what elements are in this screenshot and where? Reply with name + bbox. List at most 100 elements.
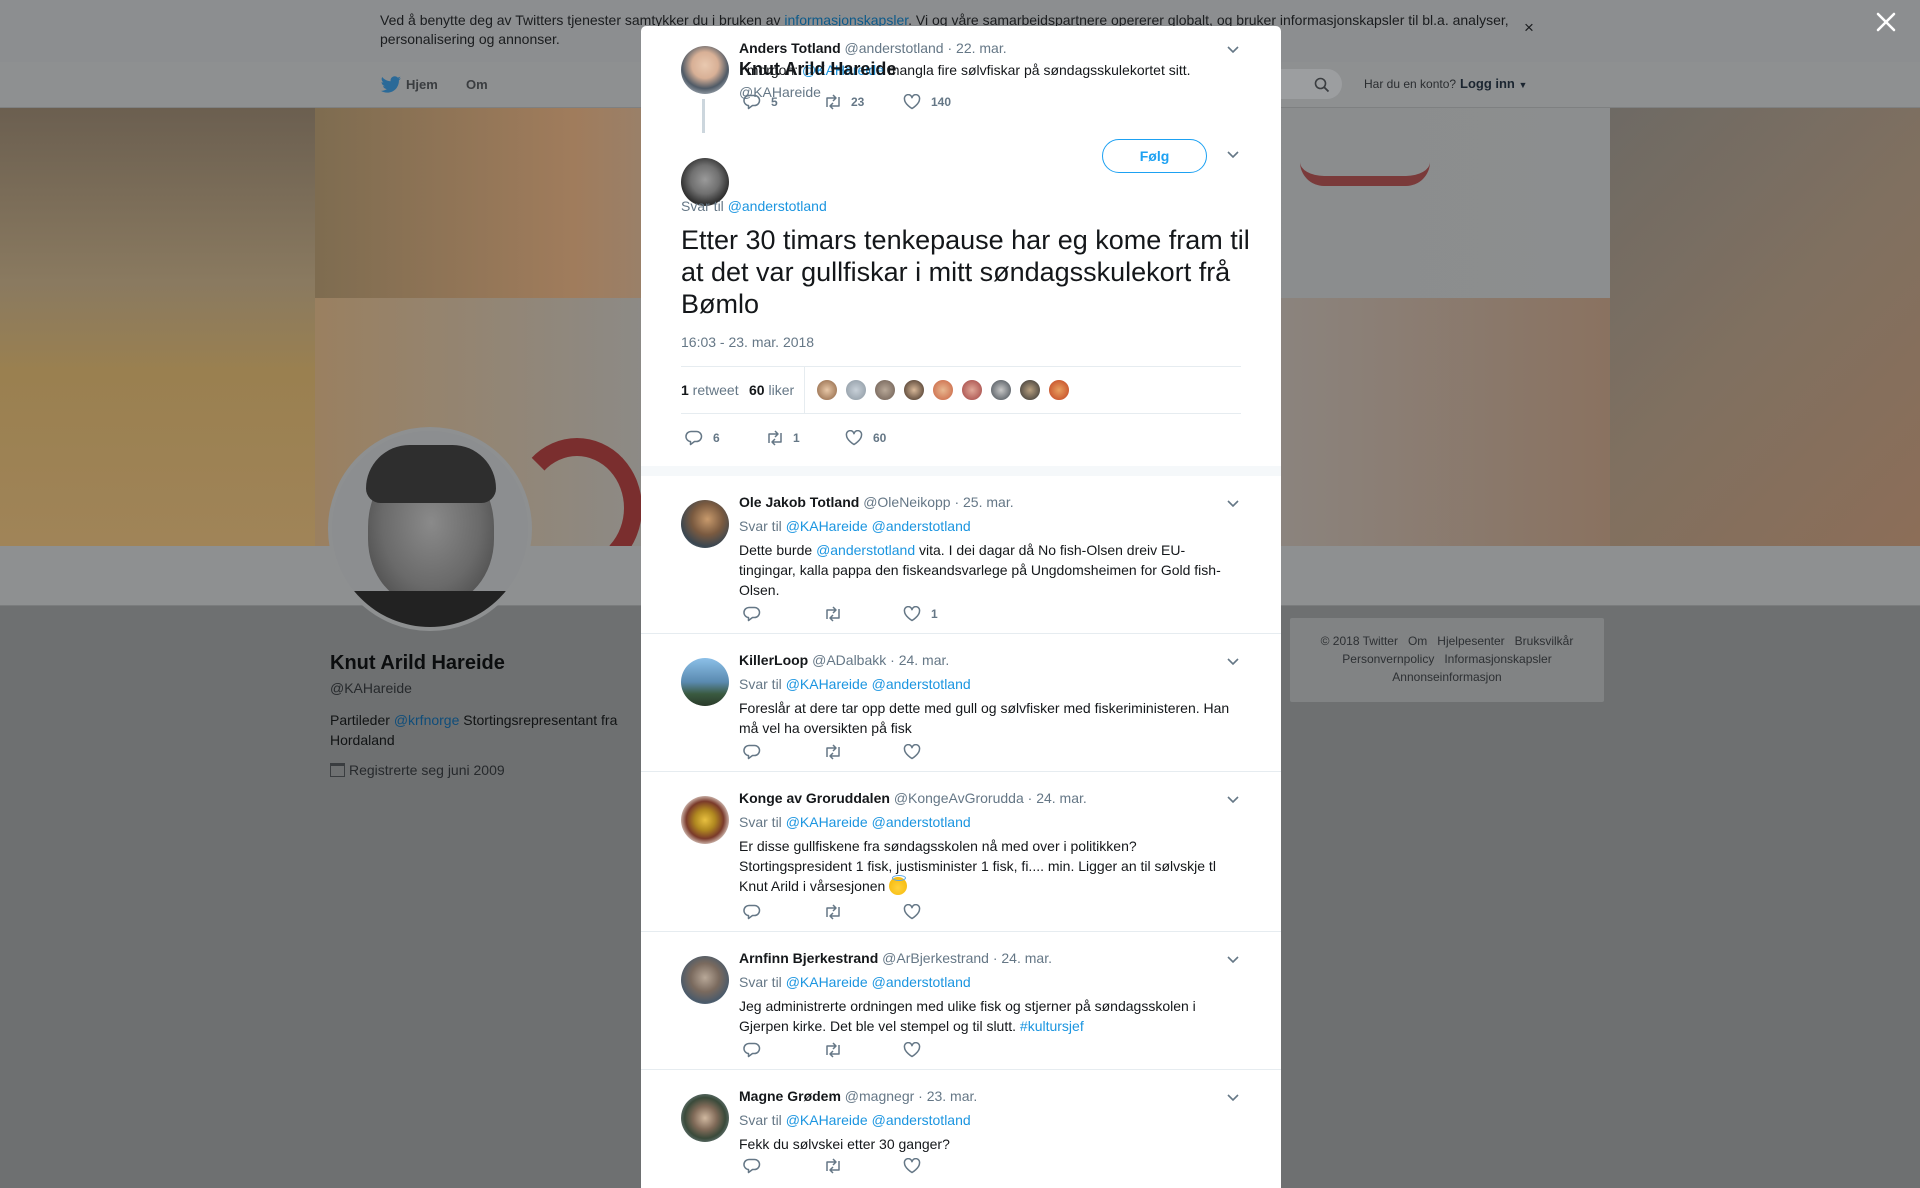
parent-tweet[interactable]: Anders Totland @anderstotland · 22. mar.…	[641, 26, 1281, 126]
footer-link-privacy[interactable]: Personvernpolicy	[1342, 652, 1434, 666]
tweet-author-handle[interactable]: @ADalbakk	[812, 652, 886, 668]
tweet-author-name[interactable]: KillerLoop	[739, 652, 808, 668]
retweet-icon	[826, 94, 840, 110]
tweet-timestamp[interactable]: · 24. mar.	[890, 652, 949, 668]
main-tweet-author-name[interactable]: Knut Arild Hareide	[739, 59, 896, 80]
main-tweet-reply-context: Svar til @anderstotland	[681, 198, 827, 214]
avatar[interactable]	[681, 46, 729, 94]
footer-link-help[interactable]: Hjelpesenter	[1437, 634, 1504, 648]
mention-link[interactable]: @anderstotland	[872, 814, 971, 830]
retweet-count-link[interactable]: 1 retweet	[681, 382, 739, 398]
liker-avatar[interactable]	[1019, 379, 1041, 401]
nav-home-link[interactable]: Hjem	[406, 77, 438, 92]
tweet-timestamp[interactable]: · 24. mar.	[993, 950, 1052, 966]
reply-tweet[interactable]: Arnfinn Bjerkestrand @ArBjerkestrand · 2…	[641, 932, 1281, 1070]
liker-avatar[interactable]	[845, 379, 867, 401]
mention-link[interactable]: @KAHareide	[786, 676, 868, 692]
heart-icon	[903, 744, 921, 760]
mention-link[interactable]: @anderstotland	[872, 974, 971, 990]
tweet-header: Konge av Groruddalen @KongeAvGrorudda · …	[739, 790, 1087, 806]
heart-icon	[903, 904, 921, 920]
mention-link[interactable]: @KAHareide	[786, 814, 868, 830]
avatar[interactable]	[681, 956, 729, 1004]
tweet-actions: 1	[743, 604, 1143, 624]
footer-link-cookies[interactable]: Informasjonskapsler	[1444, 652, 1551, 666]
close-icon[interactable]	[1874, 10, 1898, 34]
avatar[interactable]	[681, 1094, 729, 1142]
reply-tweet[interactable]: Konge av Groruddalen @KongeAvGrorudda · …	[641, 772, 1281, 932]
liker-avatar[interactable]	[816, 379, 838, 401]
chevron-down-icon[interactable]	[1226, 1093, 1240, 1103]
tweet-timestamp[interactable]: · 24. mar.	[1028, 790, 1087, 806]
liker-avatar[interactable]	[874, 379, 896, 401]
liker-avatar[interactable]	[961, 379, 983, 401]
chevron-down-icon[interactable]	[1226, 150, 1240, 160]
tweet-author-name[interactable]: Magne Grødem	[739, 1088, 841, 1104]
tweet-author-handle[interactable]: @anderstotland	[845, 40, 944, 56]
follow-button[interactable]: Følg	[1102, 139, 1207, 173]
tweet-author-handle[interactable]: @ArBjerkestrand	[882, 950, 989, 966]
bio-mention-link[interactable]: @krfnorge	[394, 712, 460, 728]
chevron-down-icon[interactable]	[1226, 955, 1240, 965]
search-icon[interactable]	[1314, 77, 1330, 93]
like-count-link[interactable]: 60 liker	[749, 382, 794, 398]
chevron-down-icon[interactable]	[1226, 657, 1240, 667]
tweet-author-name[interactable]: Anders Totland	[739, 40, 841, 56]
reply-icon	[743, 606, 761, 622]
profile-avatar[interactable]	[328, 427, 532, 631]
profile-name[interactable]: Knut Arild Hareide	[330, 652, 505, 675]
chevron-down-icon[interactable]	[1226, 45, 1240, 55]
avatar[interactable]	[681, 796, 729, 844]
tweet-timestamp[interactable]: · 25. mar.	[954, 494, 1013, 510]
tweet-author-name[interactable]: Arnfinn Bjerkestrand	[739, 950, 878, 966]
tweet-text: Dette burde @anderstotland vita. I dei d…	[739, 542, 1221, 598]
twitter-bird-icon[interactable]	[380, 76, 402, 94]
chevron-down-icon[interactable]	[1226, 795, 1240, 805]
reply-to-link[interactable]: @anderstotland	[728, 198, 827, 214]
footer-link-ads[interactable]: Annonseinformasjon	[1392, 670, 1501, 684]
tweet-author-name[interactable]: Konge av Groruddalen	[739, 790, 890, 806]
tweet-author-handle[interactable]: @magnegr	[845, 1088, 914, 1104]
mention-link[interactable]: @anderstotland	[872, 676, 971, 692]
liker-avatar[interactable]	[932, 379, 954, 401]
heart-icon	[903, 94, 921, 110]
main-tweet-timestamp[interactable]: 16:03 - 23. mar. 2018	[681, 334, 814, 350]
liker-avatar[interactable]	[990, 379, 1012, 401]
account-question: Har du en konto?	[1364, 77, 1457, 91]
liker-avatar[interactable]	[903, 379, 925, 401]
profile-bio: Partileder @krfnorge Stortingsrepresenta…	[330, 712, 618, 748]
nav-about-link[interactable]: Om	[466, 77, 488, 92]
retweet-icon	[826, 904, 840, 920]
liker-avatar[interactable]	[1048, 379, 1070, 401]
footer-link-about[interactable]: Om	[1408, 634, 1427, 648]
retweet-icon	[826, 744, 840, 760]
login-link[interactable]: Logg inn ▼	[1460, 76, 1527, 91]
tweet-timestamp[interactable]: · 22. mar.	[947, 40, 1006, 56]
reply-tweet[interactable]: Ole Jakob Totland @OleNeikopp · 25. mar.…	[641, 476, 1281, 634]
smiling-face-with-halo-icon	[889, 875, 908, 895]
footer-link-terms[interactable]: Bruksvilkår	[1515, 634, 1574, 648]
reply-context: Svar til @KAHareide @anderstotland	[739, 974, 971, 990]
retweet-icon	[826, 1042, 840, 1058]
mention-link[interactable]: @anderstotland	[872, 518, 971, 534]
tweet-actions	[743, 1040, 1143, 1060]
tweet-timestamp[interactable]: · 23. mar.	[918, 1088, 977, 1104]
reply-tweet[interactable]: KillerLoop @ADalbakk · 24. mar. Svar til…	[641, 634, 1281, 772]
hashtag-link[interactable]: #kultursjef	[1020, 1018, 1084, 1034]
mention-link[interactable]: @anderstotland	[816, 542, 915, 558]
tweet-author-handle[interactable]: @KongeAvGrorudda	[894, 790, 1024, 806]
mention-link[interactable]: @anderstotland	[872, 1112, 971, 1128]
mention-link[interactable]: @KAHareide	[786, 974, 868, 990]
tweet-author-name[interactable]: Ole Jakob Totland	[739, 494, 859, 510]
avatar[interactable]	[681, 658, 729, 706]
tweet-text: Fekk du sølvskei etter 30 ganger?	[739, 1136, 950, 1152]
avatar[interactable]	[681, 500, 729, 548]
cookie-close-button[interactable]: ×	[1524, 18, 1534, 38]
tweet-author-handle[interactable]: @OleNeikopp	[863, 494, 950, 510]
main-tweet-author-handle[interactable]: @KAHareide	[739, 84, 821, 100]
chevron-down-icon[interactable]	[1226, 499, 1240, 509]
mention-link[interactable]: @KAHareide	[786, 518, 868, 534]
mention-link[interactable]: @KAHareide	[786, 1112, 868, 1128]
heart-icon	[903, 606, 921, 622]
reply-tweet[interactable]: Magne Grødem @magnegr · 23. mar. Svar ti…	[641, 1070, 1281, 1188]
